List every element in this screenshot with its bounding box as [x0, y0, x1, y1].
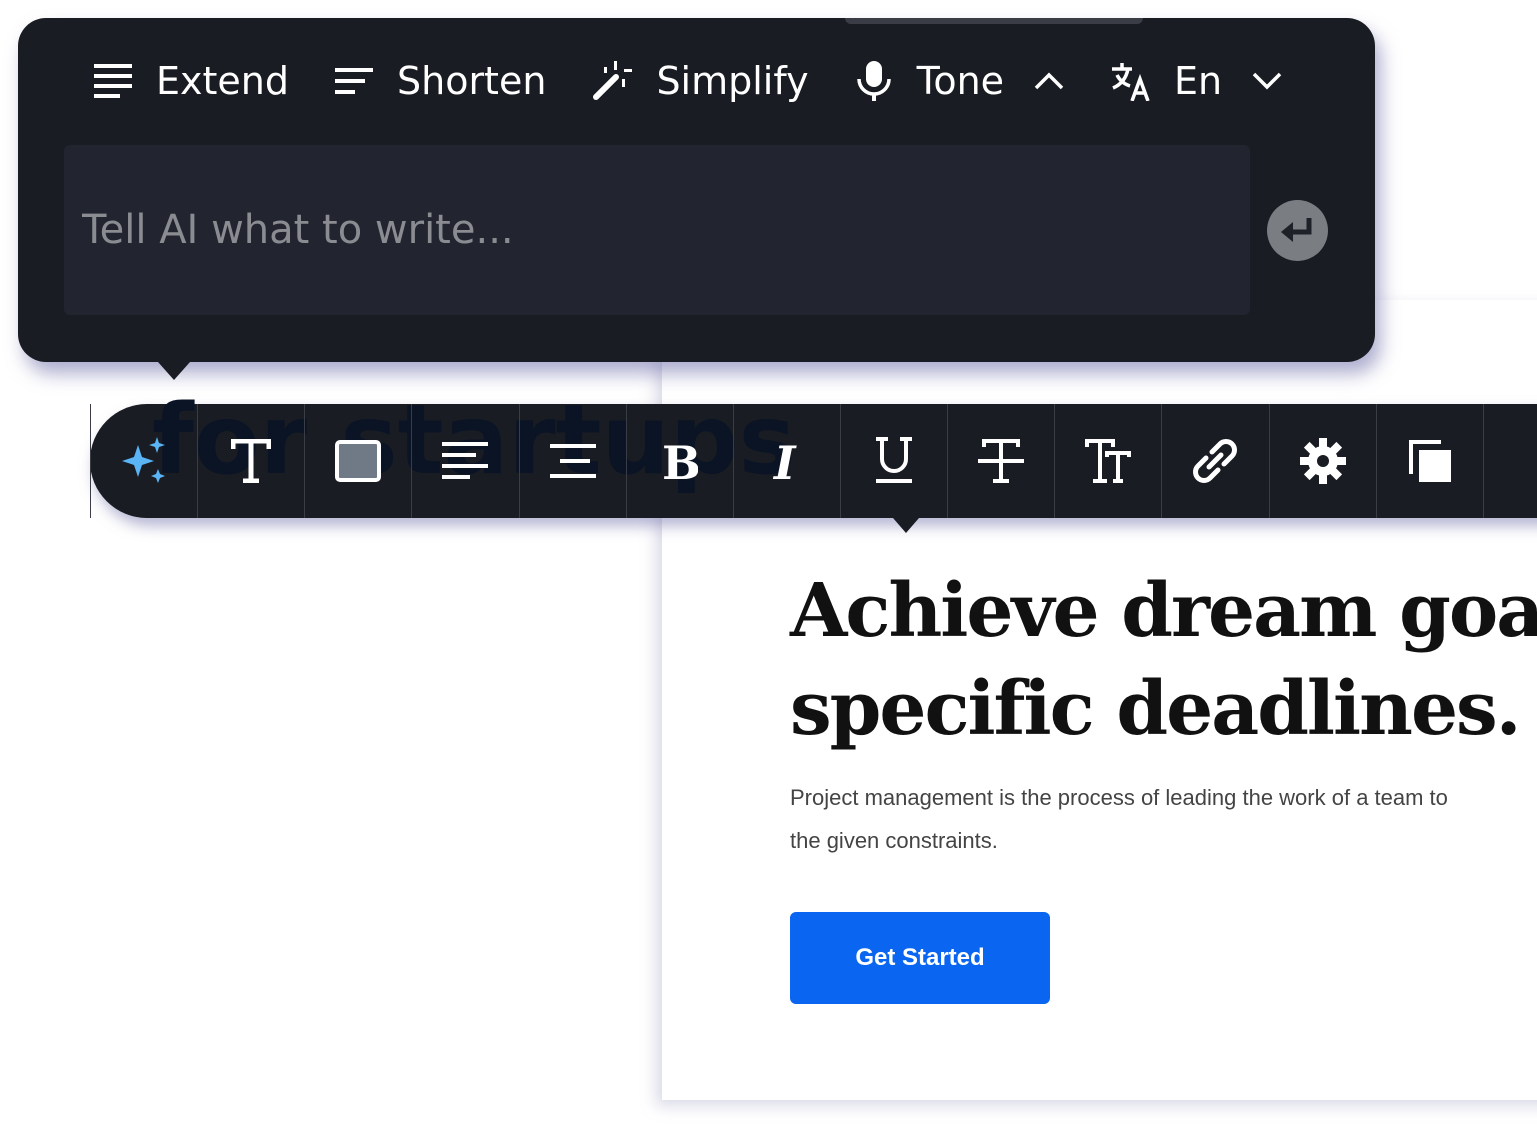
format-toolbar: for startups B I	[90, 384, 1537, 518]
italic-button[interactable]: I	[732, 404, 840, 518]
microphone-icon	[856, 61, 891, 101]
submit-button[interactable]	[1267, 200, 1328, 261]
bold-icon: B	[662, 439, 698, 483]
simplify-button[interactable]: Simplify	[592, 59, 809, 103]
ai-actions-bar: Extend Shorten Simplify Tone En	[94, 54, 1328, 108]
strikethrough-icon	[978, 439, 1025, 483]
duplicate-button[interactable]	[1375, 404, 1483, 518]
link-button[interactable]	[1161, 404, 1268, 518]
align-left-button[interactable]	[411, 404, 518, 518]
extend-button[interactable]: Extend	[94, 59, 289, 103]
align-center-button[interactable]	[518, 404, 626, 518]
heading-line: specific deadlines.	[790, 666, 1521, 752]
paragraph-line: Project management is the process of lea…	[790, 785, 1448, 810]
panel-pointer	[158, 362, 190, 380]
magic-wand-icon	[593, 61, 633, 100]
strikethrough-button[interactable]	[947, 404, 1054, 518]
get-started-button[interactable]: Get Started	[790, 912, 1050, 1004]
link-icon	[1193, 439, 1238, 483]
color-square-icon	[335, 440, 382, 482]
hero-heading[interactable]: Achieve dream goals specific deadlines.	[790, 562, 1537, 758]
chevron-down-icon[interactable]	[1252, 72, 1282, 90]
tone-label: Tone	[916, 59, 1005, 103]
duplicate-icon	[1408, 440, 1451, 482]
paragraph-line: the given constraints.	[790, 828, 998, 853]
text-icon	[231, 439, 272, 483]
ai-prompt-input[interactable]	[64, 145, 1250, 315]
translate-icon	[1112, 63, 1150, 101]
tone-button[interactable]: Tone	[855, 59, 1004, 103]
svg-text:B: B	[662, 439, 698, 483]
bold-button[interactable]: B	[625, 404, 733, 518]
settings-button[interactable]	[1268, 404, 1376, 518]
text-button[interactable]	[197, 404, 304, 518]
font-size-button[interactable]	[1054, 404, 1161, 518]
font-size-icon	[1085, 439, 1132, 483]
extend-label: Extend	[156, 59, 289, 103]
language-label: En	[1174, 59, 1223, 103]
short-lines-icon	[334, 68, 373, 94]
chevron-up-icon[interactable]	[1034, 72, 1064, 90]
underline-button[interactable]	[839, 404, 947, 518]
shorten-label: Shorten	[396, 59, 547, 103]
svg-text:I: I	[772, 439, 797, 483]
heading-line: Achieve dream goals	[790, 568, 1537, 654]
hero-paragraph[interactable]: Project management is the process of lea…	[790, 776, 1448, 862]
align-left-icon	[442, 442, 489, 479]
language-button[interactable]: En	[1110, 59, 1222, 103]
background-color-button[interactable]	[304, 404, 411, 518]
drag-handle[interactable]	[845, 18, 1143, 24]
shorten-button[interactable]: Shorten	[334, 59, 547, 103]
toolbar-overflow	[1482, 404, 1537, 518]
sparkle-icon	[122, 437, 166, 483]
italic-icon: I	[772, 439, 797, 483]
lines-icon	[94, 64, 132, 98]
align-justify-icon	[549, 444, 596, 478]
simplify-label: Simplify	[656, 59, 809, 103]
enter-icon	[1280, 217, 1311, 242]
underline-icon	[876, 437, 913, 483]
ai-sparkle-button[interactable]	[90, 404, 197, 518]
toolbar-pointer	[893, 518, 919, 533]
ai-writer-panel: Extend Shorten Simplify Tone En	[18, 18, 1375, 380]
gear-icon	[1299, 438, 1346, 484]
